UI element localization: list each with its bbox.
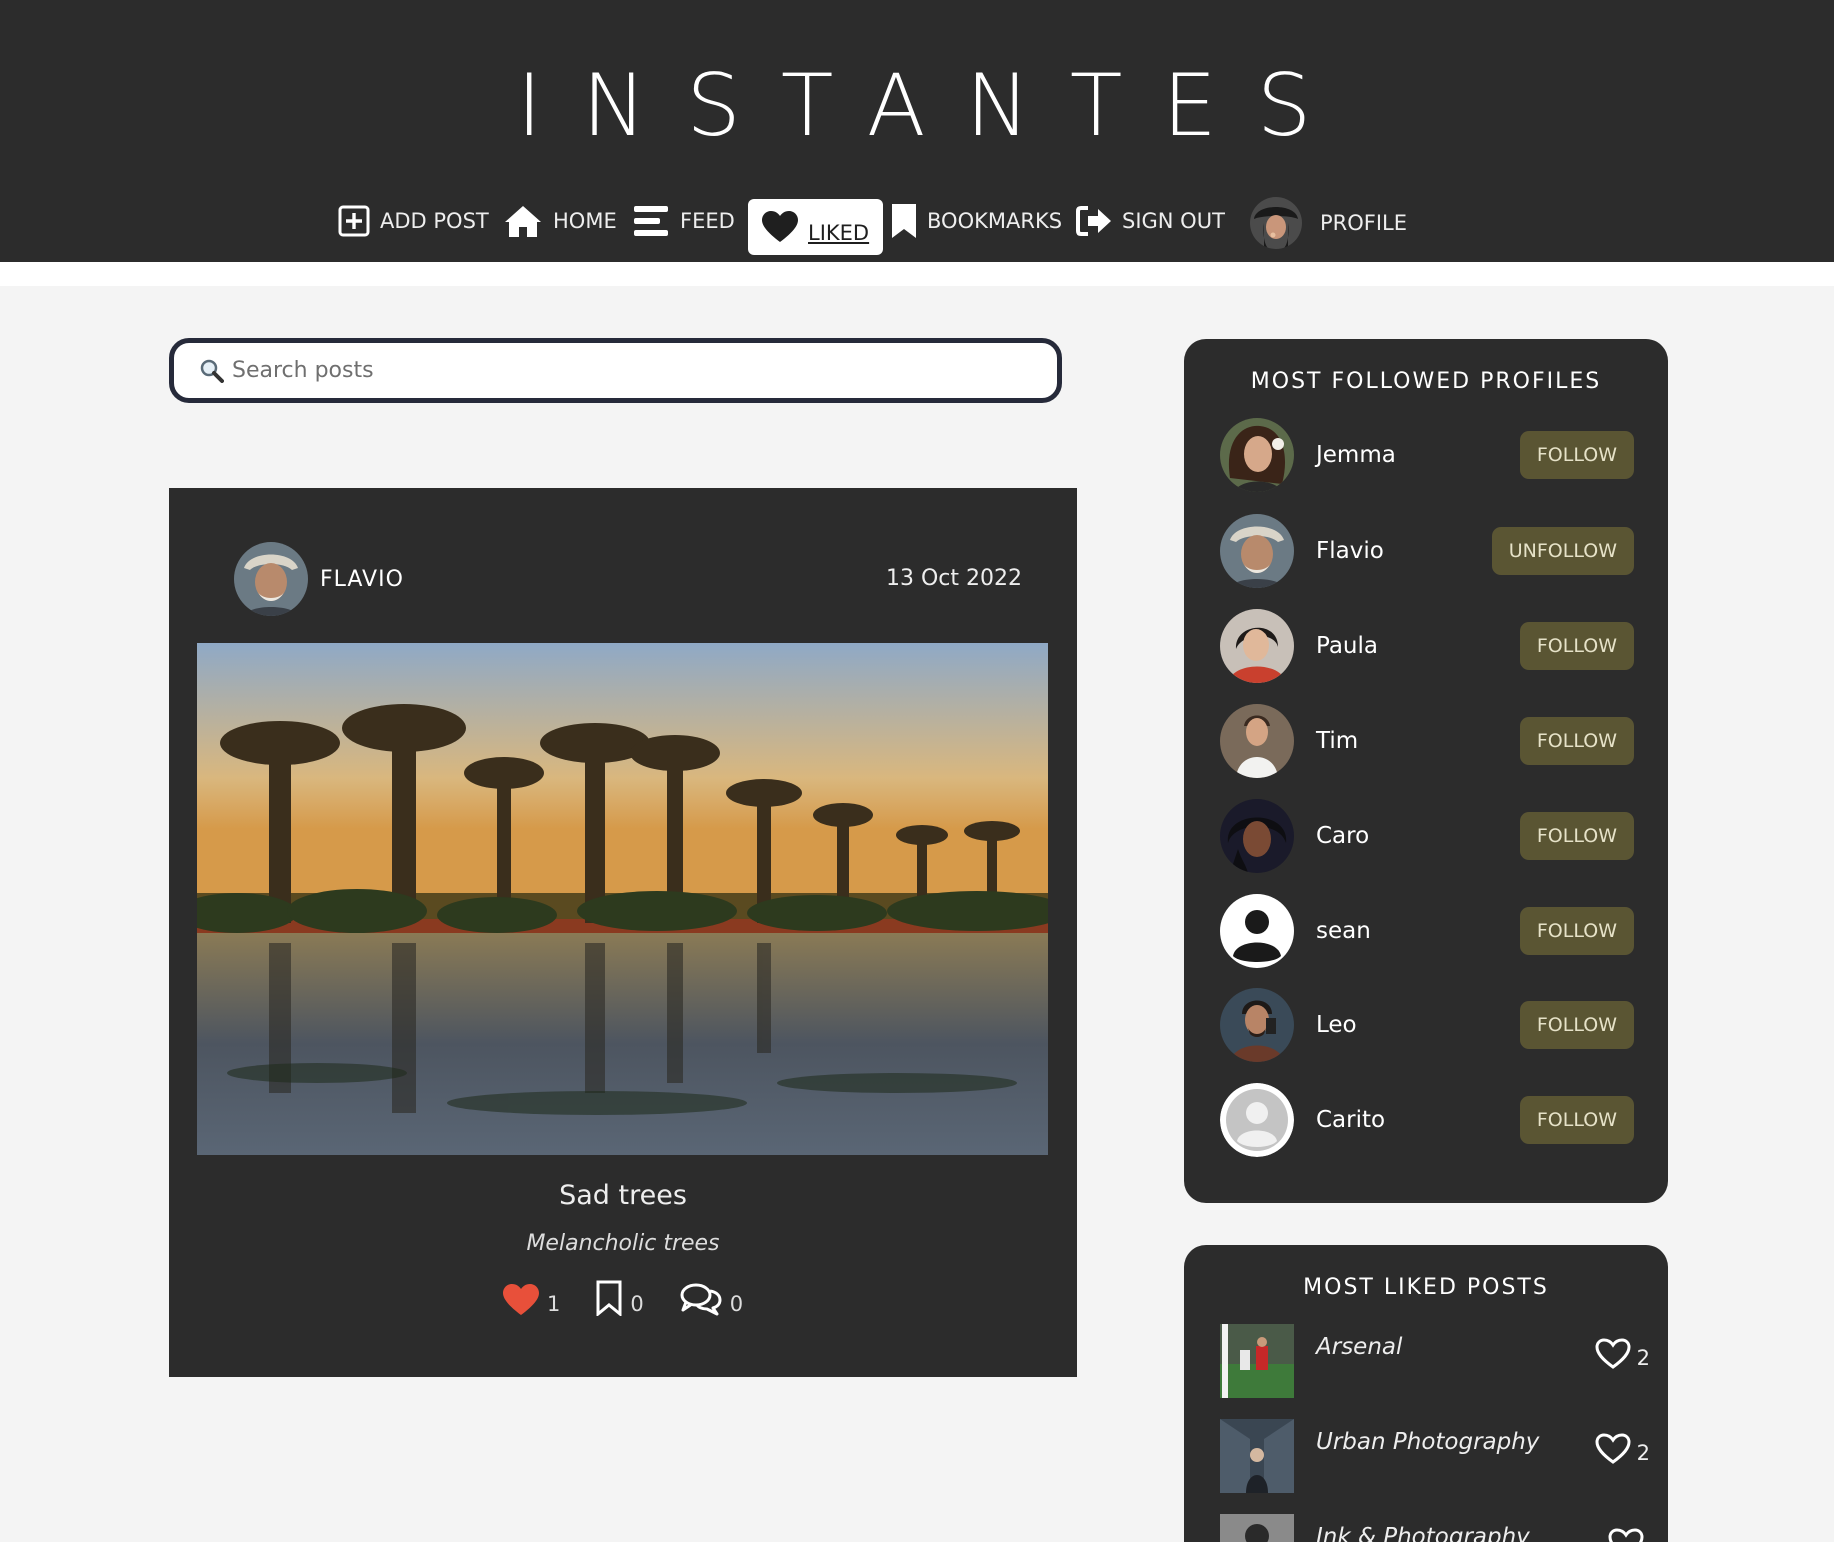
comment-count: 0 [729,1292,744,1316]
heart-filled-icon [502,1284,539,1315]
nav-add-post[interactable]: ADD POST [338,196,489,246]
search-bar [169,338,1062,403]
nav-profile[interactable]: PROFILE [1250,197,1408,249]
plus-square-icon [338,205,370,237]
profile-avatar[interactable] [1220,609,1294,683]
post-author[interactable]: FLAVIO [234,542,404,616]
nav-sign-out-label: SIGN OUT [1122,209,1225,233]
post-description: Melancholic trees [526,1231,720,1256]
profile-name[interactable]: Carito [1316,1107,1520,1133]
profile-row: Tim FOLLOW [1220,704,1634,778]
profile-name[interactable]: Paula [1316,633,1520,659]
post-title: Sad trees [559,1180,687,1211]
like-count: 1 [546,1292,561,1316]
profile-avatar[interactable] [1220,799,1294,873]
search-icon [200,359,224,383]
profile-name[interactable]: Caro [1316,823,1520,849]
profile-row: Jemma FOLLOW [1220,418,1634,492]
most-liked-title: MOST LIKED POSTS [1303,1275,1549,1300]
post-date: 13 Oct 2022 [885,566,1022,591]
follow-button[interactable]: FOLLOW [1519,431,1634,479]
bookmark-count: 0 [630,1292,644,1316]
follow-button[interactable]: FOLLOW [1519,622,1634,670]
liked-post-thumbnail[interactable] [1220,1324,1294,1398]
profile-name[interactable]: Flavio [1316,538,1492,564]
most-followed-title: MOST FOLLOWED PROFILES [1250,369,1602,394]
heart-outline-icon [1595,1433,1631,1464]
bookmark-icon [892,204,916,238]
profile-row: Carito FOLLOW [1220,1083,1634,1157]
liked-post-title: Arsenal [1316,1334,1403,1360]
follow-button[interactable]: FOLLOW [1519,1096,1634,1144]
search-input[interactable] [232,358,1012,383]
bookmark-button[interactable]: 0 [596,1280,644,1316]
post-author-name: FLAVIO [320,566,404,592]
profile-row: sean FOLLOW [1220,894,1634,968]
liked-post-likes: 2 [1595,1338,1650,1370]
profile-avatar[interactable] [1220,988,1294,1062]
nav-liked-label: LIKED [808,221,870,245]
like-button[interactable]: 1 [502,1280,561,1316]
post-image[interactable] [197,643,1048,1155]
comments-icon [680,1283,722,1316]
default-user-avatar-icon[interactable] [1220,1083,1294,1157]
nav-feed[interactable]: FEED [634,196,735,246]
post-card: FLAVIO 13 Oct 2022 Sad trees Melancholic… [169,488,1077,1377]
profile-avatar[interactable] [1220,704,1294,778]
default-user-avatar-icon[interactable] [1220,894,1294,968]
most-liked-panel: MOST LIKED POSTS Arsenal 2 Urban Photogr… [1184,1245,1668,1542]
unfollow-button[interactable]: UNFOLLOW [1491,527,1634,575]
most-followed-panel: MOST FOLLOWED PROFILES Jemma FOLLOW Flav… [1184,339,1668,1203]
user-avatar [1250,197,1302,249]
profile-row: Paula FOLLOW [1220,609,1634,683]
liked-post-row[interactable]: Arsenal 2 [1220,1324,1650,1398]
follow-button[interactable]: FOLLOW [1519,907,1634,955]
nav-feed-label: FEED [680,209,735,233]
profile-name[interactable]: sean [1316,918,1520,944]
nav-liked[interactable]: LIKED [748,199,884,255]
profile-name[interactable]: Leo [1316,1012,1520,1038]
profile-name[interactable]: Tim [1316,728,1520,754]
liked-post-row[interactable]: Urban Photography 2 [1220,1419,1650,1493]
follow-button[interactable]: FOLLOW [1519,812,1634,860]
comment-button[interactable]: 0 [680,1280,743,1316]
profile-row: Caro FOLLOW [1220,799,1634,873]
nav-add-post-label: ADD POST [380,209,489,233]
profile-row: Flavio UNFOLLOW [1220,514,1634,588]
liked-post-title: Ink & Photography [1316,1524,1530,1542]
liked-post-title: Urban Photography [1316,1429,1540,1455]
brand-logo[interactable]: INSTANTES [0,56,1834,156]
profile-row: Leo FOLLOW [1220,988,1634,1062]
sign-out-icon [1076,206,1111,236]
profile-avatar[interactable] [1220,514,1294,588]
liked-post-like-count: 2 [1636,1441,1650,1465]
bookmark-outline-icon [596,1280,622,1316]
nav-sign-out[interactable]: SIGN OUT [1076,196,1225,246]
nav-profile-label: PROFILE [1320,211,1408,235]
nav-home[interactable]: HOME [503,196,617,246]
liked-post-likes: 2 [1595,1433,1650,1465]
heart-outline-icon [1595,1338,1631,1369]
follow-button[interactable]: FOLLOW [1519,1001,1634,1049]
post-author-avatar [234,542,308,616]
heart-outline-icon [1608,1528,1644,1542]
follow-button[interactable]: FOLLOW [1519,717,1634,765]
post-stats: 1 0 0 [169,1280,1077,1316]
nav-bookmarks-label: BOOKMARKS [927,209,1063,233]
home-icon [505,206,541,237]
header-divider [0,262,1834,286]
liked-post-thumbnail[interactable] [1220,1419,1294,1493]
profile-name[interactable]: Jemma [1316,442,1520,468]
nav-home-label: HOME [553,209,617,233]
liked-post-row[interactable]: Ink & Photography [1220,1514,1650,1542]
site-header: INSTANTES ADD POST HOME FEED LIKED BOOKM… [0,0,1834,262]
heart-icon [762,211,798,242]
profile-avatar[interactable] [1220,418,1294,492]
liked-post-likes [1608,1528,1650,1542]
liked-post-thumbnail[interactable] [1220,1514,1294,1542]
liked-post-like-count: 2 [1636,1346,1650,1370]
feed-icon [634,206,668,236]
nav-bookmarks[interactable]: BOOKMARKS [891,196,1062,246]
